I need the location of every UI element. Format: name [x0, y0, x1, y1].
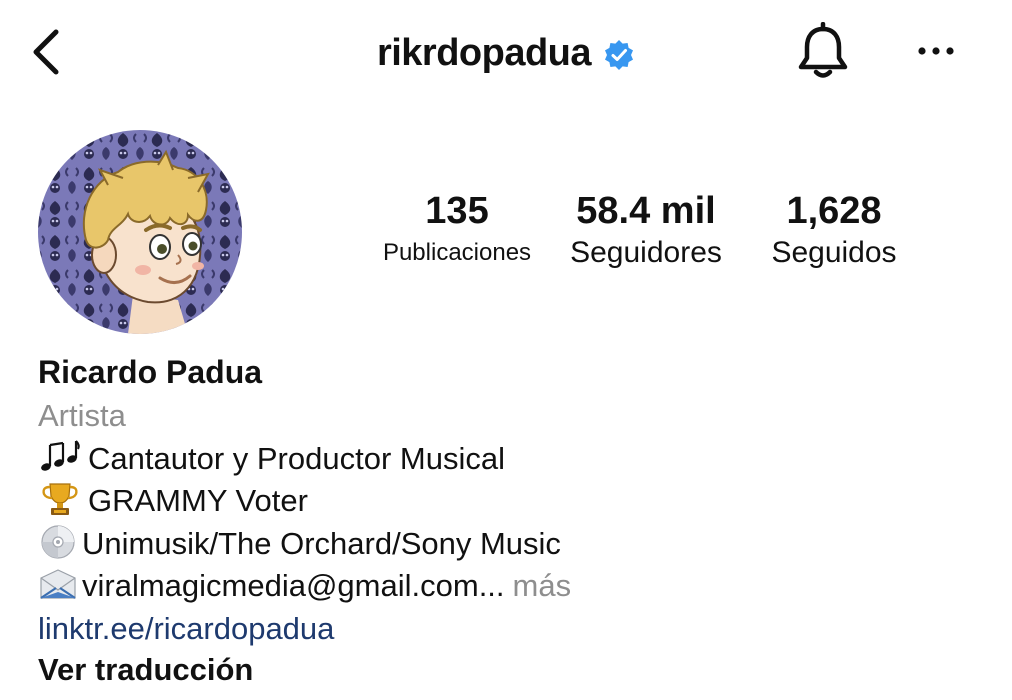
- bio-text: viralmagicmedia@gmail.com...: [82, 568, 505, 603]
- username: rikrdopadua: [376, 31, 592, 74]
- bio-text: Cantautor y Productor Musical: [88, 441, 505, 476]
- profile-header-title: rikrdopadua: [0, 30, 1012, 76]
- bio-line: Unimusik/The Orchard/Sony Music: [38, 524, 561, 564]
- trophy-icon: [42, 483, 78, 515]
- cd-icon: [41, 525, 75, 559]
- bio-line: viralmagicmedia@gmail.com... más: [38, 566, 571, 606]
- avatar-cartoon-image: [38, 130, 242, 334]
- more-link[interactable]: más: [513, 568, 572, 603]
- followers-count-label: Seguidores: [570, 236, 722, 269]
- music-notes-icon: [41, 440, 80, 471]
- bio-text: Unimusik/The Orchard/Sony Music: [82, 526, 561, 561]
- following-count[interactable]: 1,628 Seguidos: [756, 188, 912, 272]
- followers-count[interactable]: 58.4 mil Seguidores: [556, 188, 736, 272]
- followers-count-value: 58.4 mil: [576, 190, 716, 232]
- profile-name: Ricardo Padua: [38, 354, 263, 390]
- translate-button[interactable]: Ver traducción: [38, 650, 253, 690]
- ellipsis-icon[interactable]: [914, 36, 958, 66]
- posts-count-value: 135: [425, 190, 489, 232]
- bio-line: GRAMMY Voter: [38, 481, 308, 521]
- bio-line: Cantautor y Productor Musical: [38, 439, 505, 479]
- posts-count[interactable]: 135 Publicaciones: [372, 188, 542, 272]
- profile-category: Artista: [38, 398, 126, 433]
- bio-text: GRAMMY Voter: [88, 483, 308, 518]
- following-count-value: 1,628: [786, 190, 882, 232]
- following-count-label: Seguidos: [771, 236, 897, 269]
- avatar[interactable]: [38, 130, 242, 334]
- verified-badge-icon: [605, 40, 634, 70]
- envelope-icon: [40, 569, 76, 599]
- posts-count-label: Publicaciones: [382, 239, 532, 266]
- bell-icon[interactable]: [796, 22, 850, 82]
- profile-link[interactable]: linktr.ee/ricardopadua: [38, 609, 334, 649]
